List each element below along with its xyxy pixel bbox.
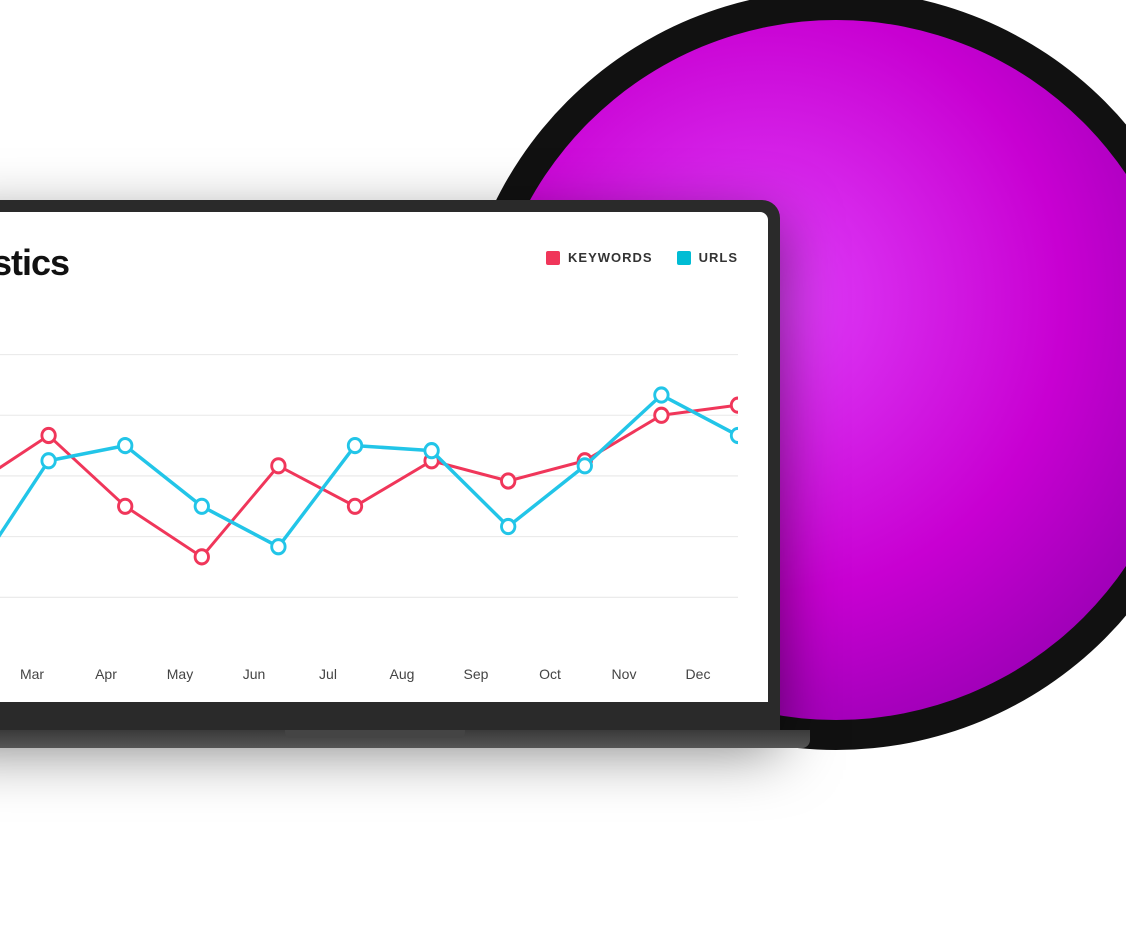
keywords-legend-dot bbox=[546, 251, 560, 265]
x-label-nov: Nov bbox=[594, 666, 654, 682]
urls-legend-item: URLS bbox=[677, 250, 738, 265]
x-label-dec: Dec bbox=[668, 666, 728, 682]
x-label-jun: Jun bbox=[224, 666, 284, 682]
laptop-body: tistics KEYWORDS URLS bbox=[0, 200, 780, 730]
x-label-jul: Jul bbox=[298, 666, 358, 682]
laptop-screen: tistics KEYWORDS URLS bbox=[0, 212, 768, 702]
x-label-sep: Sep bbox=[446, 666, 506, 682]
urls-legend-label: URLS bbox=[699, 250, 738, 265]
x-label-apr: Apr bbox=[76, 666, 136, 682]
chart-container: tistics KEYWORDS URLS bbox=[0, 212, 768, 702]
x-label-may: May bbox=[150, 666, 210, 682]
x-axis: Mar Apr May Jun Jul Aug Sep Oct Nov Dec bbox=[0, 658, 738, 682]
keywords-legend-item: KEYWORDS bbox=[546, 250, 653, 265]
chart-legend: KEYWORDS URLS bbox=[546, 250, 738, 265]
laptop-wrapper: tistics KEYWORDS URLS bbox=[0, 200, 810, 780]
x-label-aug: Aug bbox=[372, 666, 432, 682]
keywords-legend-label: KEYWORDS bbox=[568, 250, 653, 265]
chart-title: tistics bbox=[0, 242, 69, 284]
chart-header: tistics KEYWORDS URLS bbox=[0, 242, 738, 284]
chart-area bbox=[0, 304, 738, 658]
laptop-base bbox=[0, 730, 810, 748]
x-label-mar: Mar bbox=[2, 666, 62, 682]
urls-legend-dot bbox=[677, 251, 691, 265]
x-label-oct: Oct bbox=[520, 666, 580, 682]
chart-svg bbox=[0, 304, 738, 658]
